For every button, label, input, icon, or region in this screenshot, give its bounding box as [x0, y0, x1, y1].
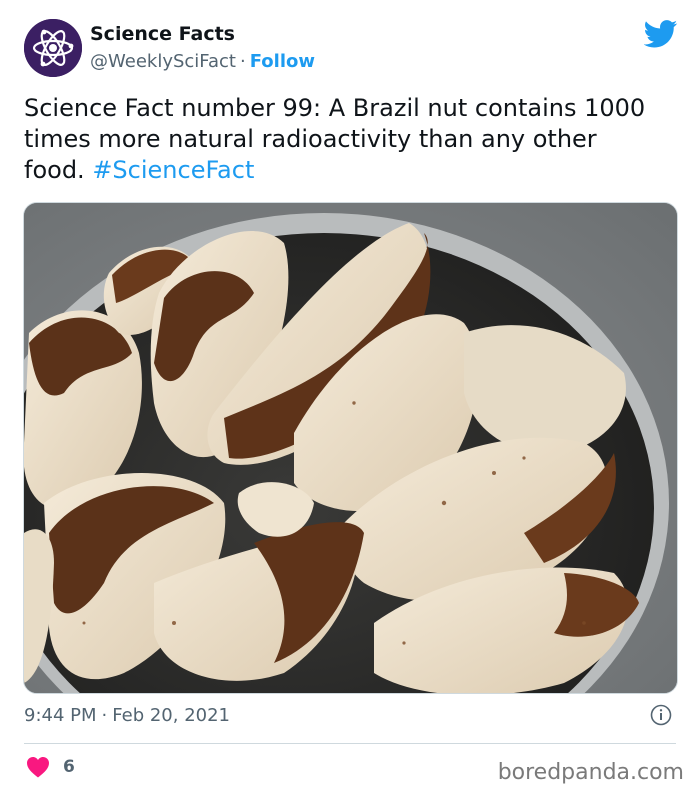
follow-button[interactable]: Follow	[250, 51, 315, 72]
avatar[interactable]	[24, 19, 82, 77]
author-handle[interactable]: @WeeklySciFact	[90, 51, 236, 72]
tweet-text: Science Fact number 99: A Brazil nut con…	[24, 93, 664, 186]
heart-icon[interactable]	[26, 756, 50, 778]
info-icon[interactable]	[650, 704, 672, 726]
author-display-name[interactable]: Science Facts	[90, 22, 235, 46]
brazil-nuts-photo	[24, 203, 677, 693]
twitter-bird-icon[interactable]	[644, 20, 678, 48]
divider	[24, 743, 676, 744]
atom-icon	[24, 19, 82, 77]
timestamp-separator: ·	[101, 705, 108, 726]
author-handle-row: @WeeklySciFact · Follow	[90, 50, 315, 74]
tweet-timestamp[interactable]: 9:44 PM · Feb 20, 2021	[24, 704, 230, 728]
tweet-date: Feb 20, 2021	[112, 705, 231, 726]
hashtag-link[interactable]: #ScienceFact	[92, 156, 254, 184]
tweet-time: 9:44 PM	[24, 705, 97, 726]
tweet-photo[interactable]	[23, 202, 678, 694]
handle-separator: ·	[239, 51, 246, 72]
boredpanda-watermark: boredpanda.com	[497, 760, 684, 785]
like-count: 6	[63, 757, 75, 777]
